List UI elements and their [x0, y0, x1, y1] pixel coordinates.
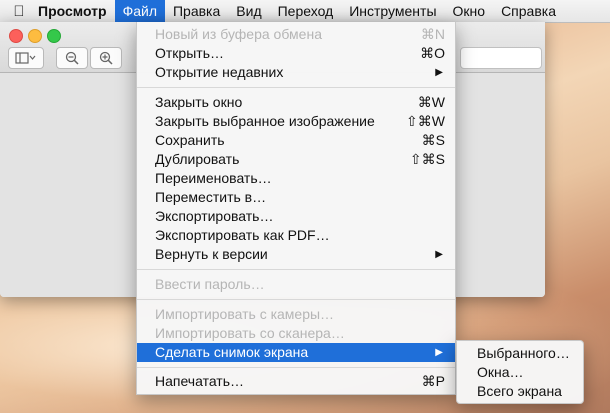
menu-item-label: Импортировать с камеры…: [155, 306, 335, 322]
menu-item-label: Вернуть к версии: [155, 246, 268, 262]
shortcut-label: ⌘N: [420, 26, 445, 42]
menu-item-new-from-clipboard[interactable]: Новый из буфера обмена ⌘N: [137, 25, 455, 44]
menu-app-name[interactable]: Просмотр: [30, 0, 115, 22]
menu-edit[interactable]: Правка: [165, 0, 228, 22]
sidebar-icon: [15, 52, 36, 64]
zoom-in-button[interactable]: [90, 47, 122, 69]
menu-item-import-scanner[interactable]: Импортировать со сканера…: [137, 324, 455, 343]
menu-item-move-to[interactable]: Переместить в…: [137, 188, 455, 207]
menu-item-label: Закрыть окно: [155, 94, 243, 110]
submenu-item-entire-screen[interactable]: Всего экрана: [457, 382, 583, 401]
search-input[interactable]: [460, 47, 542, 69]
menu-item-export-pdf[interactable]: Экспортировать как PDF…: [137, 226, 455, 245]
menu-item-open[interactable]: Открыть… ⌘O: [137, 44, 455, 63]
submenu-item-window[interactable]: Окна…: [457, 363, 583, 382]
shortcut-label: ⇧⌘W: [406, 113, 445, 129]
shortcut-label: ⌘P: [421, 373, 445, 389]
menu-item-label: Открытие недавних: [155, 64, 284, 80]
submenu-item-label: Выбранного…: [477, 345, 570, 361]
menu-item-label: Сделать снимок экрана: [155, 344, 309, 360]
menu-item-label: Сохранить: [155, 132, 225, 148]
submenu-arrow-icon: ▶: [435, 67, 443, 78]
menu-item-label: Импортировать со сканера…: [155, 325, 345, 341]
sidebar-toggle-button[interactable]: [8, 47, 44, 69]
menu-item-save[interactable]: Сохранить ⌘S: [137, 131, 455, 150]
submenu-item-label: Окна…: [477, 364, 524, 380]
menu-item-rename[interactable]: Переименовать…: [137, 169, 455, 188]
submenu-item-selection[interactable]: Выбранного…: [457, 344, 583, 363]
file-menu: Новый из буфера обмена ⌘N Открыть… ⌘O От…: [136, 22, 456, 395]
shortcut-label: ⌘O: [420, 45, 445, 61]
zoom-out-icon: [65, 51, 79, 65]
menu-bar:  Просмотр Файл Правка Вид Переход Инстр…: [0, 0, 610, 23]
menu-item-duplicate[interactable]: Дублировать ⇧⌘S: [137, 150, 455, 169]
menu-item-label: Напечатать…: [155, 373, 245, 389]
menu-item-revert-to[interactable]: Вернуть к версии ▶: [137, 245, 455, 264]
menu-separator: [137, 299, 455, 300]
menu-item-label: Дублировать: [155, 151, 240, 167]
menu-item-print[interactable]: Напечатать… ⌘P: [137, 372, 455, 391]
menu-item-label: Ввести пароль…: [155, 276, 265, 292]
submenu-arrow-icon: ▶: [435, 249, 443, 260]
submenu-arrow-icon: ▶: [435, 347, 443, 358]
zoom-out-button[interactable]: [56, 47, 88, 69]
menu-separator: [137, 269, 455, 270]
menu-item-label: Экспортировать как PDF…: [155, 227, 330, 243]
menu-item-open-recent[interactable]: Открытие недавних ▶: [137, 63, 455, 82]
zoom-window-button[interactable]: [47, 29, 61, 43]
menu-go[interactable]: Переход: [270, 0, 342, 22]
menu-item-label: Переместить в…: [155, 189, 267, 205]
menu-item-label: Открыть…: [155, 45, 224, 61]
menu-help[interactable]: Справка: [493, 0, 564, 22]
submenu-item-label: Всего экрана: [477, 383, 562, 399]
screenshot-submenu: Выбранного… Окна… Всего экрана: [456, 340, 584, 404]
minimize-window-button[interactable]: [28, 29, 42, 43]
menu-item-export[interactable]: Экспортировать…: [137, 207, 455, 226]
apple-icon[interactable]: : [8, 3, 30, 20]
shortcut-label: ⌘W: [417, 94, 445, 110]
menu-item-close-selected-image[interactable]: Закрыть выбранное изображение ⇧⌘W: [137, 112, 455, 131]
menu-item-label: Переименовать…: [155, 170, 272, 186]
menu-item-enter-password[interactable]: Ввести пароль…: [137, 275, 455, 294]
menu-view[interactable]: Вид: [228, 0, 269, 22]
menu-item-import-camera[interactable]: Импортировать с камеры…: [137, 305, 455, 324]
menu-item-label: Новый из буфера обмена: [155, 26, 322, 42]
menu-item-label: Экспортировать…: [155, 208, 274, 224]
menu-file[interactable]: Файл: [114, 0, 165, 22]
menu-item-take-screenshot[interactable]: Сделать снимок экрана ▶: [137, 343, 455, 362]
menu-item-label: Закрыть выбранное изображение: [155, 113, 375, 129]
menu-window[interactable]: Окно: [445, 0, 494, 22]
close-window-button[interactable]: [9, 29, 23, 43]
menu-separator: [137, 87, 455, 88]
shortcut-label: ⌘S: [421, 132, 445, 148]
menu-separator: [137, 367, 455, 368]
menu-tools[interactable]: Инструменты: [341, 0, 444, 22]
menu-item-close-window[interactable]: Закрыть окно ⌘W: [137, 93, 455, 112]
zoom-in-icon: [99, 51, 113, 65]
shortcut-label: ⇧⌘S: [409, 151, 445, 167]
